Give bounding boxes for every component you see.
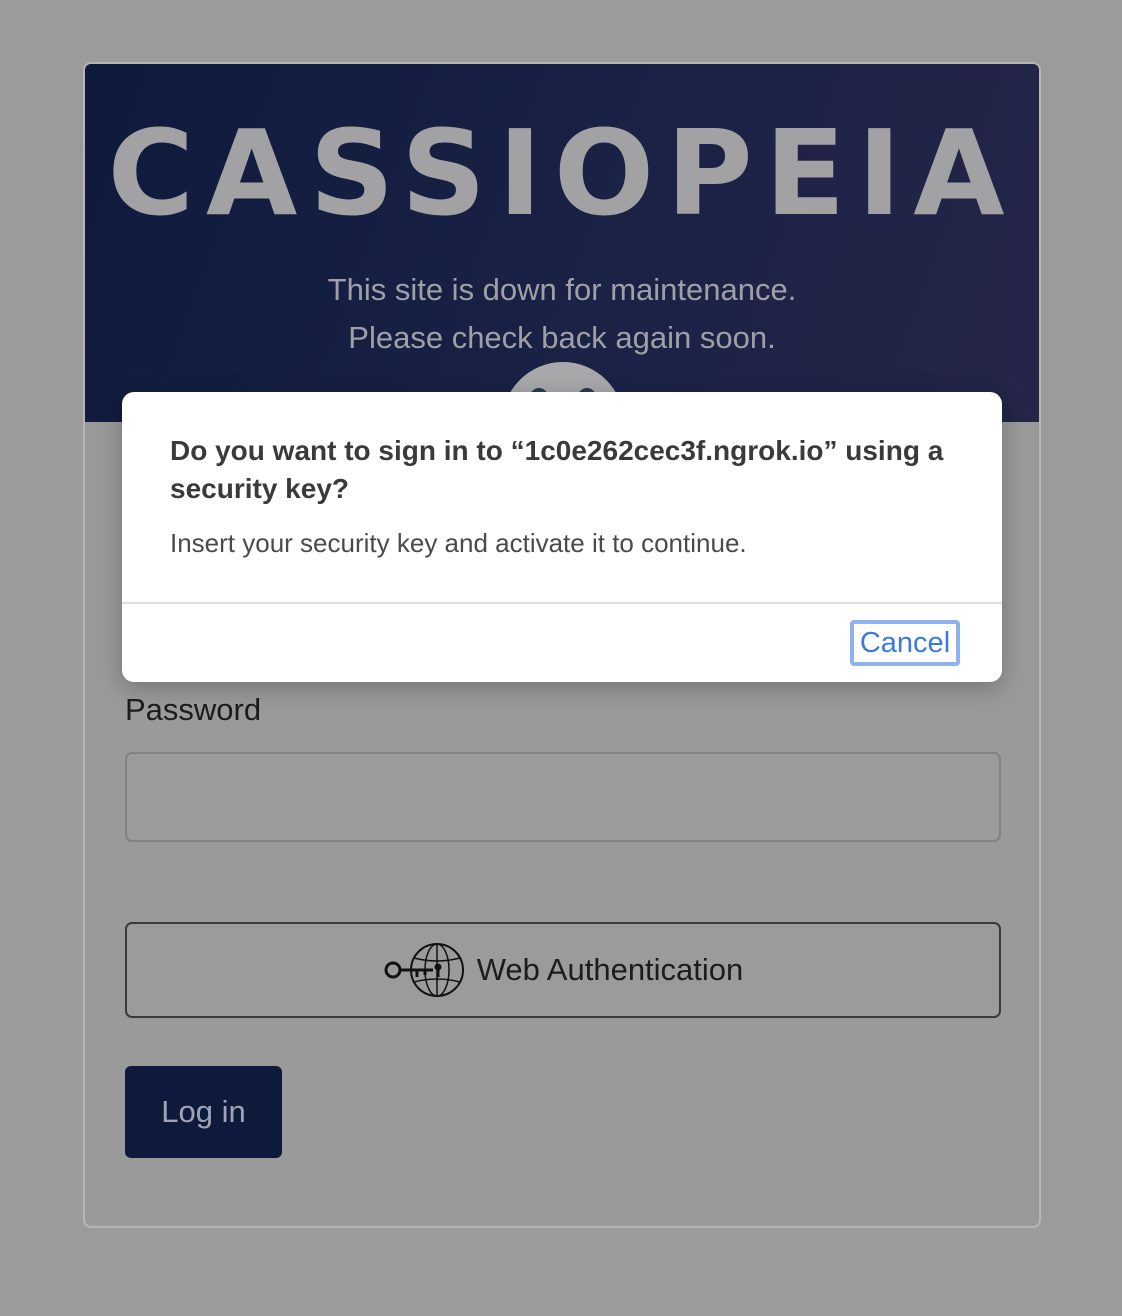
offline-header: CASSIOPEIA This site is down for mainten… — [85, 64, 1039, 484]
password-input[interactable] — [125, 752, 1001, 842]
dialog-divider — [122, 602, 1002, 604]
webauthn-button[interactable]: Web Authentication — [125, 922, 1001, 1018]
site-brand: CASSIOPEIA — [107, 104, 1017, 242]
cancel-button[interactable]: Cancel — [850, 620, 960, 666]
dialog-message: Insert your security key and activate it… — [170, 528, 747, 558]
webauthn-label: Web Authentication — [476, 952, 744, 987]
dialog-title: Do you want to sign in to “1c0e262cec3f.… — [170, 435, 944, 504]
offline-message-line2: Please check back again soon. — [348, 320, 776, 355]
offline-message: This site is down for maintenance. Pleas… — [85, 266, 1039, 362]
security-key-dialog: Do you want to sign in to “1c0e262cec3f.… — [122, 392, 1002, 682]
login-button[interactable]: Log in — [125, 1066, 282, 1158]
password-label: Password — [125, 692, 262, 727]
key-globe-icon — [383, 942, 465, 998]
offline-message-line1: This site is down for maintenance. — [327, 272, 797, 307]
